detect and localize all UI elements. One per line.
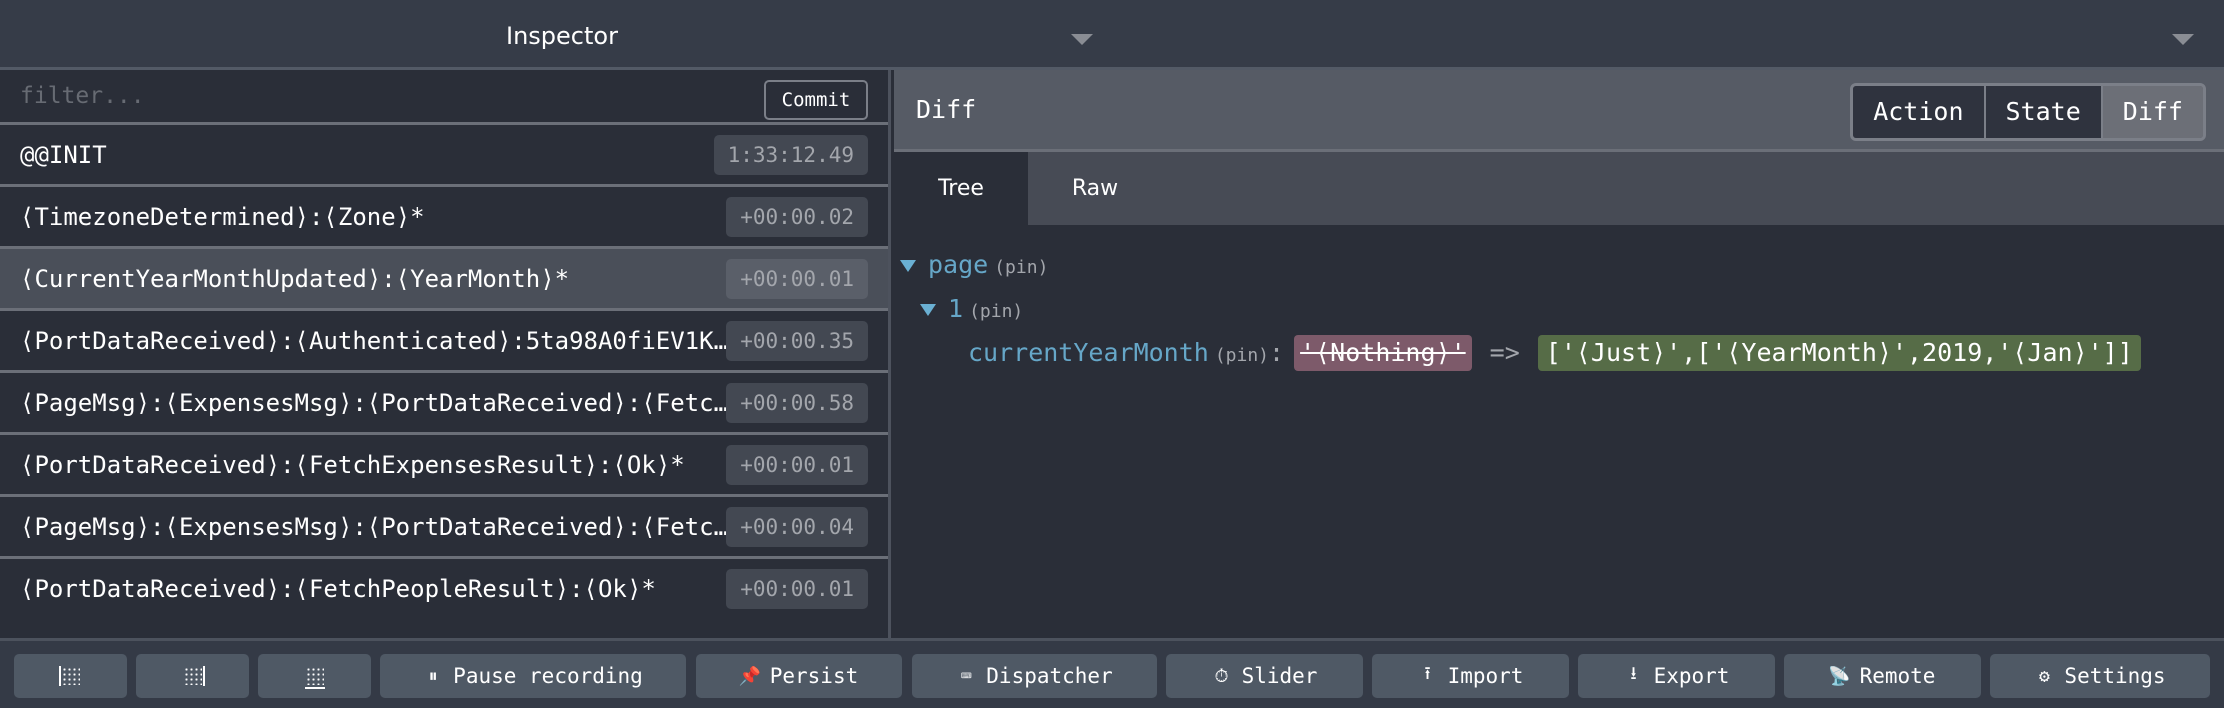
import-button[interactable]: ⭱ Import — [1372, 654, 1569, 698]
monitor-title[interactable]: Inspector — [0, 0, 1124, 70]
pin-link[interactable]: (pin) — [994, 257, 1048, 278]
action-name: ⟨PageMsg⟩:⟨ExpensesMsg⟩:⟨PortDataReceive… — [20, 389, 732, 417]
detail-panel: Diff Action State Diff Tree Raw page (pin… — [894, 70, 2224, 638]
dispatcher-button[interactable]: ⌨ Dispatcher — [912, 654, 1157, 698]
action-row[interactable]: ⟨PortDataReceived⟩:⟨Authenticated⟩:5ta98… — [0, 311, 888, 373]
change-arrow: => — [1489, 338, 1520, 367]
added-value: ['⟨Just⟩',['⟨YearMonth⟩',2019,'⟨Jan⟩']] — [1537, 335, 2141, 371]
dock-left-icon — [58, 666, 80, 686]
tab-tree[interactable]: Tree — [894, 152, 1028, 225]
action-name: ⟨PortDataReceived⟩:⟨FetchPeopleResult⟩:⟨… — [20, 575, 656, 603]
settings-button[interactable]: ⚙ Settings — [1990, 654, 2210, 698]
persist-button[interactable]: 📌 Persist — [696, 654, 902, 698]
filter-input[interactable] — [0, 70, 740, 122]
dispatcher-label: Dispatcher — [986, 664, 1113, 688]
export-button[interactable]: ⭳ Export — [1578, 654, 1775, 698]
action-name: ⟨PortDataReceived⟩:⟨Authenticated⟩:5ta98… — [20, 327, 732, 355]
panel-dropdown-icon[interactable] — [2172, 34, 2194, 45]
action-time[interactable]: +00:00.01 — [726, 445, 868, 485]
tree-node-page[interactable]: page (pin) — [894, 243, 2224, 287]
tree-key: 1 — [948, 294, 964, 323]
settings-label: Settings — [2064, 664, 2166, 688]
tab-raw[interactable]: Raw — [1028, 152, 1162, 225]
persist-label: Persist — [769, 664, 859, 688]
slider-button[interactable]: ⏱ Slider — [1166, 654, 1363, 698]
action-name: @@INIT — [20, 141, 107, 169]
dock-left-button[interactable] — [14, 654, 127, 698]
remote-button[interactable]: 📡 Remote — [1784, 654, 1981, 698]
tree-key: currentYearMonth — [968, 338, 1209, 367]
monitor-dropdown-icon[interactable] — [1071, 34, 1093, 45]
mode-switcher: Action State Diff — [1850, 83, 2206, 141]
pin-link[interactable]: (pin) — [1215, 345, 1269, 366]
action-time[interactable]: +00:00.04 — [726, 507, 868, 547]
action-row-selected[interactable]: ⟨CurrentYearMonthUpdated⟩:⟨YearMonth⟩* +… — [0, 249, 888, 311]
action-time[interactable]: +00:00.58 — [726, 383, 868, 423]
import-label: Import — [1447, 664, 1524, 688]
upload-icon: ⭱ — [1424, 663, 1431, 684]
bottom-toolbar: ⏸ Pause recording 📌 Persist ⌨ Dispatcher… — [0, 638, 2224, 708]
remote-label: Remote — [1859, 664, 1936, 688]
slider-label: Slider — [1241, 664, 1318, 688]
action-name: ⟨PortDataReceived⟩:⟨FetchExpensesResult⟩… — [20, 451, 685, 479]
pause-recording-button[interactable]: ⏸ Pause recording — [380, 654, 686, 698]
gear-icon: ⚙ — [2039, 665, 2050, 687]
mode-state-button[interactable]: State — [1985, 86, 2103, 138]
mode-action-button[interactable]: Action — [1853, 86, 1986, 138]
action-row[interactable]: @@INIT 1:33:12.49 — [0, 125, 888, 187]
action-row[interactable]: ⟨TimezoneDetermined⟩:⟨Zone⟩* +00:00.02 — [0, 187, 888, 249]
pin-icon: 📌 — [738, 665, 761, 687]
pin-link[interactable]: (pin) — [969, 301, 1023, 322]
filter-row: Commit — [0, 70, 888, 125]
action-time[interactable]: +00:00.01 — [726, 569, 868, 609]
action-time[interactable]: +00:00.02 — [726, 197, 868, 237]
pause-icon: ⏸ — [428, 665, 438, 687]
detail-title: Diff — [916, 95, 977, 124]
tree-node-1[interactable]: 1 (pin) — [894, 287, 2224, 331]
tree-leaf-current-year-month: currentYearMonth (pin): '⟨Nothing⟩' => ['⟨Ju… — [894, 331, 2224, 375]
download-icon: ⭳ — [1630, 663, 1637, 684]
broadcast-icon: 📡 — [1828, 665, 1851, 687]
dock-right-button[interactable] — [136, 654, 249, 698]
action-name: ⟨PageMsg⟩:⟨ExpensesMsg⟩:⟨PortDataReceive… — [20, 513, 732, 541]
dock-bottom-icon — [304, 667, 325, 689]
removed-value: '⟨Nothing⟩' — [1294, 335, 1472, 371]
tree-key: page — [928, 250, 989, 279]
expand-arrow-icon[interactable] — [920, 304, 936, 316]
action-row[interactable]: ⟨PortDataReceived⟩:⟨FetchExpensesResult⟩… — [0, 435, 888, 497]
pause-recording-label: Pause recording — [453, 664, 643, 688]
mode-diff-button[interactable]: Diff — [2102, 86, 2203, 138]
dock-right-icon — [183, 666, 205, 686]
action-name: ⟨TimezoneDetermined⟩:⟨Zone⟩* — [20, 203, 425, 231]
detail-header: Diff Action State Diff — [894, 70, 2224, 152]
keyboard-icon: ⌨ — [960, 665, 972, 687]
expand-arrow-icon[interactable] — [900, 260, 916, 272]
diff-tree: page (pin) 1 (pin) currentYearMonth (pin): '… — [894, 225, 2224, 375]
action-row[interactable]: ⟨PageMsg⟩:⟨ExpensesMsg⟩:⟨PortDataReceive… — [0, 497, 888, 559]
action-row[interactable]: ⟨PageMsg⟩:⟨ExpensesMsg⟩:⟨PortDataReceive… — [0, 373, 888, 435]
key-colon: : — [1269, 338, 1285, 367]
top-bar: Inspector — [0, 0, 2224, 70]
stopwatch-icon: ⏱ — [1214, 665, 1229, 687]
action-name: ⟨CurrentYearMonthUpdated⟩:⟨YearMonth⟩* — [20, 265, 570, 293]
action-time[interactable]: +00:00.35 — [726, 321, 868, 361]
action-row[interactable]: ⟨PortDataReceived⟩:⟨FetchPeopleResult⟩:⟨… — [0, 559, 888, 621]
commit-button[interactable]: Commit — [764, 80, 868, 120]
action-time[interactable]: +00:00.01 — [726, 259, 868, 299]
dock-bottom-button[interactable] — [258, 654, 371, 698]
export-label: Export — [1653, 664, 1730, 688]
view-tabs: Tree Raw — [894, 152, 2224, 225]
action-time[interactable]: 1:33:12.49 — [713, 135, 868, 175]
action-list-panel: Commit @@INIT 1:33:12.49 ⟨TimezoneDeterm… — [0, 70, 891, 638]
